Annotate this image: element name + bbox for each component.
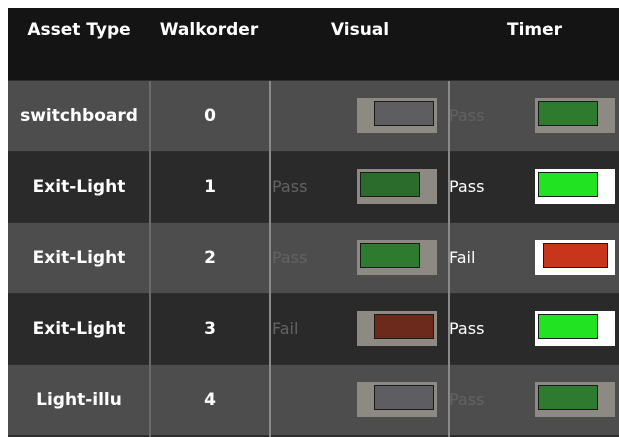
header-asset-type: Asset Type xyxy=(27,20,131,40)
visual-toggle-fill xyxy=(374,385,434,410)
timer-toggle[interactable] xyxy=(535,382,615,417)
asset-table: Asset Type Walkorder Visual Timer switch… xyxy=(8,8,619,437)
visual-toggle-fill xyxy=(360,243,420,268)
header-timer: Timer xyxy=(506,20,563,40)
visual-toggle[interactable] xyxy=(357,311,437,346)
walkorder-cell: 0 xyxy=(204,106,216,126)
timer-toggle[interactable] xyxy=(535,240,615,275)
walkorder-cell: 1 xyxy=(204,177,216,197)
timer-toggle-fill xyxy=(543,243,608,268)
asset-type-cell: Exit-Light xyxy=(32,177,126,197)
asset-type-cell: Exit-Light xyxy=(32,319,126,339)
column-divider xyxy=(149,81,151,437)
table-header: Asset Type Walkorder Visual Timer xyxy=(8,8,619,80)
visual-toggle[interactable] xyxy=(357,169,437,204)
table-row: switchboard 0 Pass xyxy=(8,81,619,151)
table-row: Light-illu 4 Pass xyxy=(8,365,619,435)
timer-status-label: Pass xyxy=(449,106,485,125)
table-row: Exit-Light 2 Pass Fail xyxy=(8,223,619,293)
walkorder-cell: 2 xyxy=(204,248,216,268)
visual-toggle[interactable] xyxy=(357,240,437,275)
visual-toggle[interactable] xyxy=(357,98,437,133)
header-visual: Visual xyxy=(330,20,390,40)
timer-toggle[interactable] xyxy=(535,98,615,133)
walkorder-cell: 3 xyxy=(204,319,216,339)
table-row: Exit-Light 1 Pass Pass xyxy=(8,152,619,222)
timer-toggle[interactable] xyxy=(535,311,615,346)
timer-toggle-fill xyxy=(538,172,598,197)
header-walkorder: Walkorder xyxy=(159,20,259,40)
visual-status-label: Pass xyxy=(272,177,308,196)
visual-status-label: Fail xyxy=(272,319,299,338)
table-row: Exit-Light 3 Fail Pass xyxy=(8,294,619,364)
timer-status-label: Pass xyxy=(449,177,485,196)
column-divider xyxy=(269,81,271,437)
timer-status-label: Pass xyxy=(449,319,485,338)
timer-toggle-fill xyxy=(538,314,598,339)
asset-type-cell: Exit-Light xyxy=(32,248,126,268)
asset-type-cell: Light-illu xyxy=(36,390,122,410)
column-divider xyxy=(448,81,450,437)
visual-toggle-fill xyxy=(374,314,434,339)
visual-toggle[interactable] xyxy=(357,382,437,417)
asset-type-cell: switchboard xyxy=(20,106,138,126)
timer-toggle[interactable] xyxy=(535,169,615,204)
timer-status-label: Pass xyxy=(449,390,485,409)
walkorder-cell: 4 xyxy=(204,390,216,410)
visual-status-label: Pass xyxy=(272,248,308,267)
visual-toggle-fill xyxy=(360,172,420,197)
timer-status-label: Fail xyxy=(449,248,476,267)
timer-toggle-fill xyxy=(538,101,598,126)
visual-toggle-fill xyxy=(374,101,434,126)
timer-toggle-fill xyxy=(538,385,598,410)
